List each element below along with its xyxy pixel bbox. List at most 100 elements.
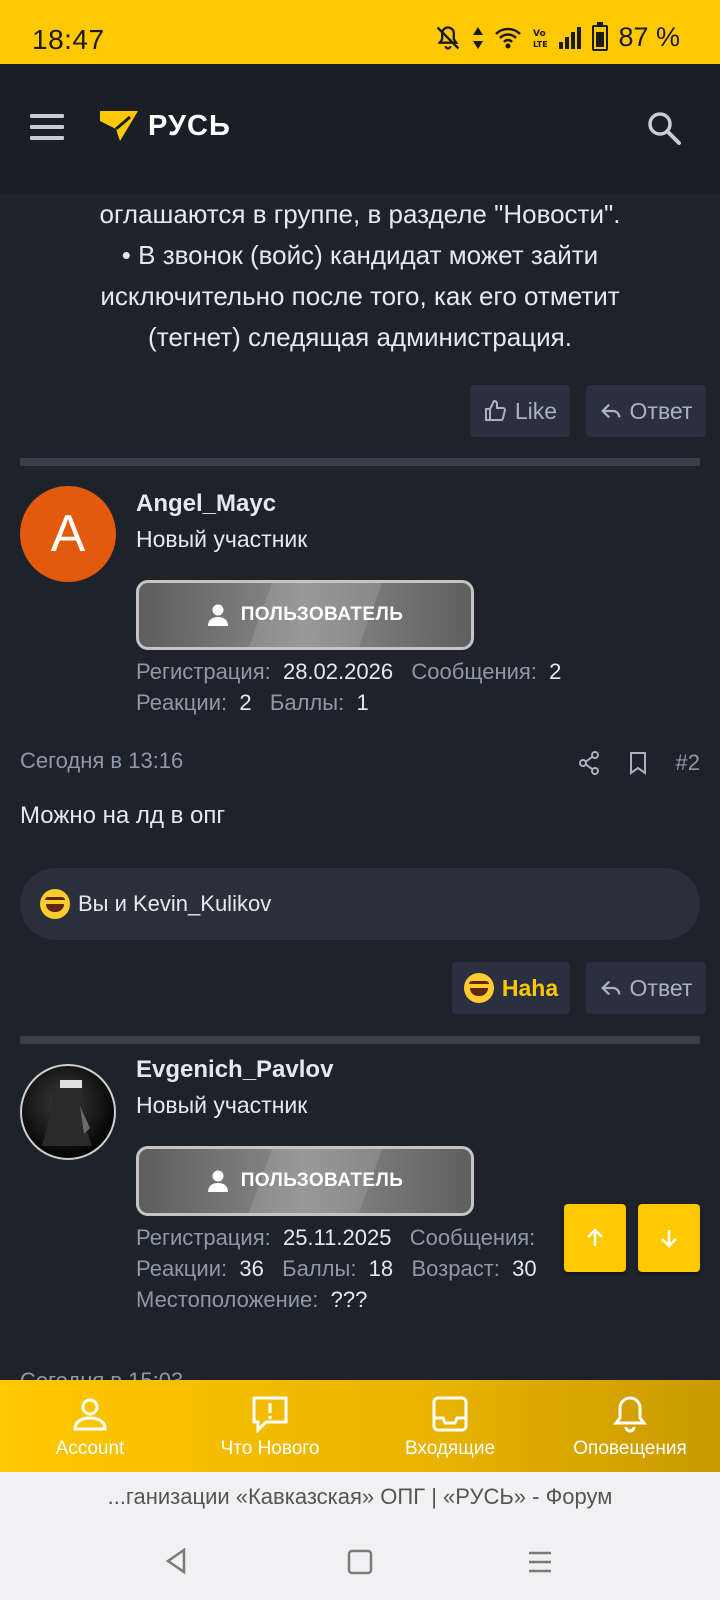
nav-account[interactable]: Account [0,1380,180,1472]
post-time[interactable]: Сегодня в 15:03 [20,1368,183,1380]
post-number[interactable]: #2 [676,750,700,776]
logo-mark-icon [100,111,138,141]
thread-content: оглашаются в группе, в разделе "Новости"… [0,194,720,1380]
badge-label: ПОЛЬЗОВАТЕЛЬ [240,604,404,625]
avatar[interactable] [20,1064,116,1160]
stat-label: Реакции: [136,690,228,715]
reactions-text: Вы и Kevin_Kulikov [78,891,272,916]
stat-value: 18 [368,1256,394,1281]
stat-value: ??? [330,1287,368,1312]
status-icons: Vo LTE 87 % [434,21,680,53]
nav-inbox[interactable]: Входящие [360,1380,540,1472]
nav-whats-new[interactable]: Что Нового [180,1380,360,1472]
battery-icon [592,21,609,51]
scroll-down-button[interactable] [638,1204,700,1272]
stat-value: 2 [549,659,562,684]
stat-value: 1 [356,690,369,715]
mute-icon [434,24,462,52]
user-title: Новый участник [136,1092,308,1118]
system-nav-bar [0,1522,720,1600]
stat-label: Местоположение: [136,1287,319,1312]
nav-label: Входящие [404,1438,496,1459]
back-icon[interactable] [162,1546,192,1576]
status-bar: 18:47 Vo LTE 87 % [0,0,720,64]
stat-label: Регистрация: [136,1225,271,1250]
bookmark-icon[interactable] [628,751,648,775]
bottom-nav: Account Что Нового Входящие Оповещения [0,1380,720,1472]
stat-value: 28.02.2026 [282,659,394,684]
reply-button[interactable]: Ответ [586,962,706,1014]
page-title: ...ганизации «Кавказская» ОПГ | «РУСЬ» -… [107,1484,613,1509]
post-actions: #2 [578,750,700,776]
stat-value: 30 [512,1256,537,1281]
username[interactable]: Angel_Mayc [136,490,276,518]
app-header: РУСЬ [0,64,720,194]
data-arrows-icon [472,25,484,51]
text-line: исключительно после того, как его отмети… [100,281,620,311]
badge-label: ПОЛЬЗОВАТЕЛЬ [240,1170,404,1191]
wifi-icon [494,26,522,50]
avatar-photo-image [42,1080,92,1146]
reply-label: Ответ [629,974,693,1001]
post-time[interactable]: Сегодня в 13:16 [20,748,183,774]
post-divider [20,458,700,466]
avatar-letter: A [50,505,86,563]
nav-alerts[interactable]: Оповещения [540,1380,720,1472]
whats-new-icon [252,1396,288,1434]
home-icon[interactable] [346,1548,374,1576]
recents-icon[interactable] [526,1548,554,1576]
logo-text: РУСЬ [148,109,231,142]
stat-label: Реакции: [136,1256,228,1281]
stat-label: Сообщения: [409,1225,536,1250]
reactions-bar[interactable]: Вы и Kevin_Kulikov [20,868,700,940]
stat-label: Регистрация: [136,659,271,684]
user-badge: ПОЛЬЗОВАТЕЛЬ [136,1146,474,1216]
stats-row: Реакции: 36 Баллы: 18 Возраст: 30 [136,1253,537,1284]
haha-label: Haha [501,974,559,1001]
stats-row: Регистрация: 25.11.2025 Сообщения: [136,1222,537,1253]
reply-button[interactable]: Ответ [586,385,706,437]
nav-label: Что Нового [220,1438,320,1459]
status-time: 18:47 [32,24,105,55]
stat-label: Возраст: [411,1256,500,1281]
like-label: Like [514,397,558,424]
stat-value: 2 [239,690,252,715]
haha-button[interactable]: Haha [452,962,570,1014]
volte-icon: Vo LTE [532,25,548,51]
stats-row: Реакции: 2 Баллы: 1 [136,687,561,718]
previous-post-text: оглашаются в группе, в разделе "Новости"… [20,194,700,358]
scroll-up-button[interactable] [564,1204,626,1272]
inbox-icon [432,1396,468,1432]
user-icon [207,604,228,626]
user-title: Новый участник [136,526,308,552]
username[interactable]: Evgenich_Pavlov [136,1056,333,1084]
like-button[interactable]: Like [470,385,570,437]
laughing-emoji-icon [463,973,494,1003]
avatar[interactable]: A [20,486,116,582]
reply-label: Ответ [629,397,693,424]
reply-icon [600,403,620,419]
menu-icon[interactable] [30,114,64,140]
svg-text:LTE: LTE [533,40,548,49]
stat-value: 36 [239,1256,264,1281]
stat-value: 25.11.2025 [282,1225,392,1250]
arrow-up-icon [587,1228,603,1246]
text-line: оглашаются в группе, в разделе "Новости"… [99,199,621,229]
user-badge: ПОЛЬЗОВАТЕЛЬ [136,580,474,650]
battery-percent: 87 % [618,22,680,52]
thumbs-up-icon [484,399,506,421]
post-body: Можно на лд в опг [20,802,226,829]
account-icon [73,1398,107,1431]
site-logo[interactable]: РУСЬ [98,109,231,143]
stat-label: Баллы: [282,1256,357,1281]
post-divider [20,1036,700,1044]
stat-label: Сообщения: [411,659,537,684]
text-line: • В звонок (войс) кандидат может зайти [121,240,599,270]
laughing-emoji-icon [40,889,70,919]
search-icon[interactable] [646,110,682,151]
share-icon[interactable] [578,751,600,775]
stats-row: Регистрация: 28.02.2026 Сообщения: 2 [136,656,561,687]
bell-icon [612,1396,648,1433]
stat-label: Баллы: [269,690,345,715]
signal-icon [558,26,582,50]
